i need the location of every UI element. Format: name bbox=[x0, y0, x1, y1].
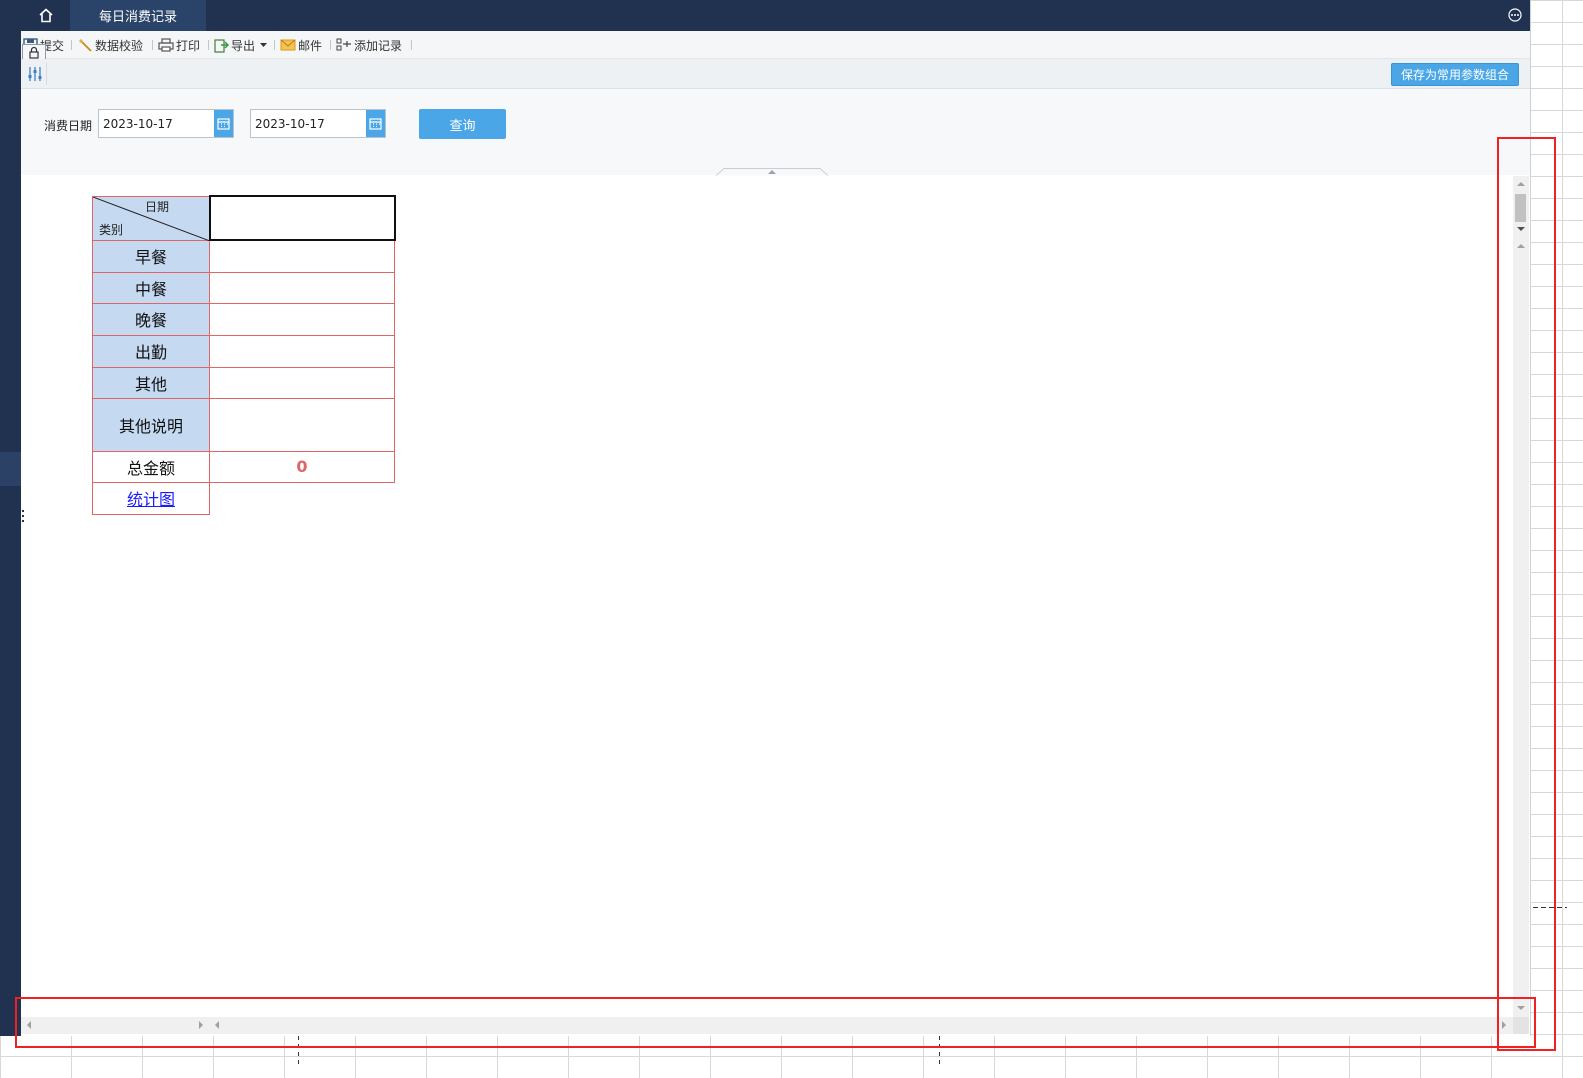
chart-link-cell: 统计图 bbox=[92, 481, 210, 515]
home-tab[interactable] bbox=[21, 0, 70, 31]
dinner-value-cell[interactable] bbox=[209, 302, 395, 336]
other-value-cell[interactable] bbox=[209, 366, 395, 399]
table-row: 晚餐 bbox=[92, 302, 395, 336]
selected-date-cell[interactable] bbox=[208, 195, 396, 241]
row-label-breakfast: 早餐 bbox=[92, 239, 210, 273]
row-label-total: 总金额 bbox=[92, 450, 210, 483]
toolbar-separator bbox=[208, 40, 209, 50]
toolbar: 提交 数据校验 打印 导出 邮件 添加记录 bbox=[21, 31, 1530, 62]
start-date-input[interactable]: 2023-10-17 bbox=[98, 109, 234, 138]
calendar-icon bbox=[217, 118, 230, 130]
start-date-calendar-button[interactable] bbox=[214, 110, 233, 137]
toolbar-separator bbox=[152, 40, 153, 50]
toolbar-separator bbox=[274, 40, 275, 50]
mail-label: 邮件 bbox=[298, 38, 323, 53]
toolbar-separator bbox=[330, 40, 331, 50]
parameter-bar: 保存为常用参数组合 bbox=[21, 59, 1530, 89]
validate-label: 数据校验 bbox=[95, 38, 144, 53]
mail-icon bbox=[280, 39, 296, 51]
home-icon bbox=[38, 8, 53, 23]
row-label-lunch: 中餐 bbox=[92, 271, 210, 304]
start-date-value: 2023-10-17 bbox=[103, 117, 173, 131]
breakfast-value-cell[interactable] bbox=[209, 239, 395, 273]
end-date-input[interactable]: 2023-10-17 bbox=[250, 109, 386, 138]
toolbar-separator bbox=[411, 40, 412, 50]
table-row: 中餐 bbox=[92, 271, 395, 304]
attendance-value-cell[interactable] bbox=[209, 334, 395, 368]
chevron-down-icon bbox=[260, 43, 268, 47]
wand-icon bbox=[79, 39, 92, 52]
expense-report-table: 日期 类别 早餐 中餐 晚餐 出勤 其他 其他说明 总金额 0 统计图 bbox=[92, 195, 396, 515]
annotation-box-vertical bbox=[1497, 137, 1556, 1051]
add-record-label: 添加记录 bbox=[354, 38, 403, 53]
calendar-icon bbox=[369, 118, 382, 130]
add-record-button[interactable]: 添加记录 bbox=[336, 36, 402, 54]
end-date-calendar-button[interactable] bbox=[366, 110, 385, 137]
save-parameter-combo-button[interactable]: 保存为常用参数组合 bbox=[1391, 63, 1519, 86]
print-label: 打印 bbox=[176, 38, 201, 53]
table-header-row: 日期 类别 bbox=[92, 195, 396, 241]
printer-icon bbox=[158, 38, 174, 52]
diagonal-header-cell: 日期 类别 bbox=[92, 195, 210, 241]
annotation-box-horizontal bbox=[15, 997, 1536, 1048]
add-record-icon bbox=[336, 38, 351, 51]
table-row: 早餐 bbox=[92, 239, 395, 273]
export-dropdown[interactable]: 导出 bbox=[214, 36, 270, 54]
query-button[interactable]: 查询 bbox=[419, 109, 506, 139]
table-row: 统计图 bbox=[92, 481, 395, 515]
export-label: 导出 bbox=[231, 38, 256, 53]
left-nav-marker bbox=[0, 452, 21, 486]
print-button[interactable]: 打印 bbox=[158, 36, 200, 54]
row-label-attendance: 出勤 bbox=[92, 334, 210, 368]
table-row: 总金额 0 bbox=[92, 450, 395, 483]
splitter-grip[interactable] bbox=[22, 510, 24, 524]
empty-cell bbox=[210, 482, 395, 514]
toolbar-separator bbox=[71, 40, 72, 50]
export-icon bbox=[214, 38, 229, 53]
row-label-other-note: 其他说明 bbox=[92, 397, 210, 452]
report-window: 每日消费记录 提交 数据校验 打印 导出 邮件 添加记录 保存为常用参数组合 消… bbox=[0, 0, 1531, 1036]
expense-date-label: 消费日期 bbox=[44, 119, 93, 133]
row-label-dinner: 晚餐 bbox=[92, 302, 210, 336]
sliders-icon bbox=[28, 67, 42, 81]
tab-daily-expense[interactable]: 每日消费记录 bbox=[70, 0, 206, 31]
total-value-cell: 0 bbox=[209, 450, 395, 483]
row-label-other: 其他 bbox=[92, 366, 210, 399]
left-nav-strip bbox=[0, 0, 21, 1036]
parameter-settings-button[interactable] bbox=[24, 63, 47, 85]
other-note-value-cell[interactable] bbox=[209, 397, 395, 452]
header-category-label: 类别 bbox=[99, 222, 124, 237]
table-row: 出勤 bbox=[92, 334, 395, 368]
validate-button[interactable]: 数据校验 bbox=[78, 36, 143, 54]
table-row: 其他说明 bbox=[92, 397, 395, 452]
table-row: 其他 bbox=[92, 366, 395, 399]
header-date-label: 日期 bbox=[145, 199, 170, 214]
collapse-panel-handle[interactable] bbox=[716, 168, 828, 176]
mail-button[interactable]: 邮件 bbox=[280, 36, 322, 54]
chart-link[interactable]: 统计图 bbox=[127, 490, 175, 509]
lunch-value-cell[interactable] bbox=[209, 271, 395, 304]
query-panel: 消费日期 2023-10-17 2023-10-17 查询 bbox=[21, 89, 1530, 176]
more-options-icon[interactable] bbox=[1508, 8, 1522, 22]
end-date-value: 2023-10-17 bbox=[255, 117, 325, 131]
title-bar: 每日消费记录 bbox=[0, 0, 1530, 31]
